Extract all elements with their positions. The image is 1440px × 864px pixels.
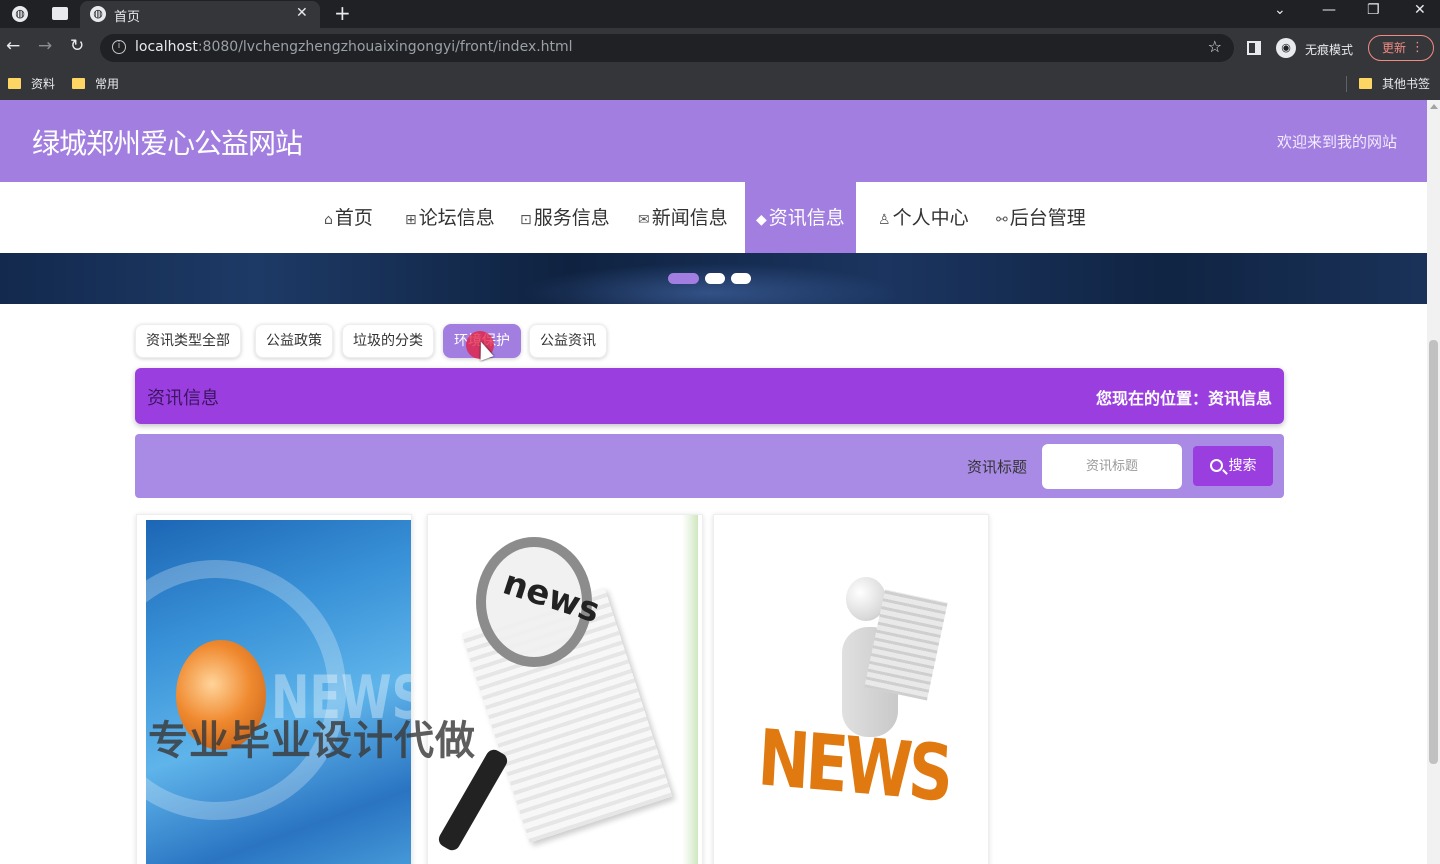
page-viewport: 绿城郑州爱心公益网站 欢迎来到我的网站 ⌂ 首页 ⊞ 论坛信息 ⊡ 服务信息 ✉ 新闻信… bbox=[0, 100, 1440, 864]
incognito-label: 无痕模式 bbox=[1305, 43, 1354, 57]
browser-tab[interactable]: ◍ 首页 ✕ bbox=[80, 1, 320, 28]
address-bar[interactable]: i localhost:8080/lvchengzhengzhouaixingo… bbox=[100, 34, 1234, 62]
restore-icon[interactable]: ❐ bbox=[1367, 2, 1380, 18]
nav-label: 后台管理 bbox=[1009, 207, 1086, 229]
back-icon[interactable]: ← bbox=[6, 36, 20, 56]
nav-label: 新闻信息 bbox=[651, 207, 728, 229]
window-icon[interactable] bbox=[52, 7, 68, 20]
folder-icon bbox=[1359, 78, 1372, 89]
carousel-dot[interactable] bbox=[668, 273, 699, 284]
site-info-icon[interactable]: i bbox=[112, 40, 126, 54]
incognito-icon[interactable]: ◉ bbox=[1276, 38, 1296, 58]
forward-icon[interactable]: → bbox=[38, 36, 52, 56]
filter-policy[interactable]: 公益政策 bbox=[255, 324, 333, 358]
search-bar: 资讯标题 搜索 bbox=[135, 434, 1284, 498]
page-scrollbar[interactable] bbox=[1427, 100, 1440, 864]
section-title: 资讯信息 bbox=[147, 388, 219, 409]
browser-toolbar: ← → ↻ i localhost:8080/lvchengzhengzhoua… bbox=[0, 28, 1440, 68]
main-nav: ⌂ 首页 ⊞ 论坛信息 ⊡ 服务信息 ✉ 新闻信息 ◆ 资讯信息 ♙ 个人中心 ⚯ 后台管理 bbox=[0, 182, 1427, 254]
update-label: 更新 bbox=[1382, 41, 1407, 55]
minimize-icon[interactable]: — bbox=[1322, 2, 1336, 18]
bookmark-label: 资料 bbox=[31, 77, 56, 91]
site-title: 绿城郑州爱心公益网站 bbox=[32, 127, 303, 160]
service-icon: ⊡ bbox=[520, 212, 532, 228]
search-label: 资讯标题 bbox=[967, 458, 1028, 476]
watermark-text: 专业毕业设计代做 bbox=[148, 718, 476, 764]
nav-label: 资讯信息 bbox=[768, 207, 845, 229]
welcome-text: 欢迎来到我的网站 bbox=[1276, 133, 1397, 151]
nav-label: 论坛信息 bbox=[418, 207, 495, 229]
bookmark-label: 其他书签 bbox=[1382, 77, 1431, 91]
tab-search-icon[interactable]: ⌄ bbox=[1274, 2, 1286, 18]
search-button-label: 搜索 bbox=[1228, 458, 1257, 474]
update-button[interactable]: 更新 ⋮ bbox=[1368, 35, 1434, 61]
image-edge bbox=[682, 515, 698, 864]
nav-item-news[interactable]: ✉ 新闻信息 bbox=[638, 182, 728, 254]
mail-icon: ✉ bbox=[638, 212, 650, 228]
bookmark-star-icon[interactable]: ☆ bbox=[1208, 37, 1222, 56]
breadcrumb: 您现在的位置：资讯信息 bbox=[1095, 389, 1272, 408]
tab-title: 首页 bbox=[114, 10, 141, 25]
layers-icon: ◆ bbox=[756, 212, 767, 228]
tab-close-icon[interactable]: ✕ bbox=[296, 5, 308, 21]
banner-carousel bbox=[0, 253, 1427, 304]
info-title-bar: 资讯信息 您现在的位置：资讯信息 bbox=[135, 368, 1284, 424]
side-panel-icon[interactable] bbox=[1247, 41, 1261, 55]
user-icon: ♙ bbox=[878, 212, 891, 228]
carousel-dot[interactable] bbox=[705, 273, 725, 284]
bookmarks-divider bbox=[1346, 76, 1347, 92]
news-reader-image: NEWS bbox=[714, 515, 988, 864]
globe-icon[interactable]: ◍ bbox=[12, 6, 28, 22]
news-card[interactable]: news bbox=[427, 514, 703, 864]
news-card[interactable]: NEWS bbox=[713, 514, 989, 864]
news-card[interactable]: NEWS bbox=[136, 514, 412, 864]
filter-charity-news[interactable]: 公益资讯 bbox=[529, 324, 607, 358]
search-input[interactable] bbox=[1042, 444, 1182, 489]
bookmark-label: 常用 bbox=[95, 77, 120, 91]
forum-icon: ⊞ bbox=[405, 212, 417, 228]
tab-favicon-icon: ◍ bbox=[90, 6, 106, 22]
filter-garbage[interactable]: 垃圾的分类 bbox=[342, 324, 434, 358]
filter-all[interactable]: 资讯类型全部 bbox=[135, 324, 241, 358]
news-magnifier-image: news bbox=[432, 515, 698, 864]
nav-item-home[interactable]: ⌂ 首页 bbox=[324, 182, 373, 254]
nav-label: 服务信息 bbox=[533, 207, 610, 229]
scroll-up-icon[interactable] bbox=[1430, 104, 1438, 109]
bookmark-folder[interactable]: 资料 bbox=[8, 75, 55, 92]
scrollbar-thumb[interactable] bbox=[1429, 340, 1438, 764]
nav-label: 个人中心 bbox=[892, 207, 969, 229]
home-icon: ⌂ bbox=[324, 212, 333, 228]
reload-icon[interactable]: ↻ bbox=[70, 36, 84, 56]
carousel-dot[interactable] bbox=[731, 273, 751, 284]
nav-item-profile[interactable]: ♙ 个人中心 bbox=[878, 182, 969, 254]
bookmark-folder[interactable]: 常用 bbox=[72, 75, 119, 92]
new-tab-button[interactable]: + bbox=[334, 1, 351, 25]
browser-tab-strip: ◍ ◍ 首页 ✕ + ⌄ — ❐ ✕ bbox=[0, 0, 1440, 28]
image-text: NEWS bbox=[755, 711, 952, 820]
nav-label: 首页 bbox=[334, 207, 373, 229]
more-menu-icon[interactable]: ⋮ bbox=[1411, 36, 1424, 60]
folder-icon bbox=[72, 78, 85, 89]
nav-item-forum[interactable]: ⊞ 论坛信息 bbox=[405, 182, 495, 254]
bookmarks-bar: 资料 常用 其他书签 bbox=[0, 68, 1440, 100]
nav-item-admin[interactable]: ⚯ 后台管理 bbox=[996, 182, 1086, 254]
site-header: 绿城郑州爱心公益网站 欢迎来到我的网站 bbox=[0, 100, 1427, 182]
news-globe-image: NEWS bbox=[146, 520, 411, 864]
nav-item-info[interactable]: ◆ 资讯信息 bbox=[745, 182, 856, 254]
url-text[interactable]: localhost:8080/lvchengzhengzhouaixingong… bbox=[135, 39, 573, 55]
folder-icon bbox=[8, 78, 21, 89]
search-icon bbox=[1209, 459, 1223, 472]
close-window-icon[interactable]: ✕ bbox=[1414, 2, 1426, 18]
link-icon: ⚯ bbox=[996, 212, 1008, 228]
nav-item-service[interactable]: ⊡ 服务信息 bbox=[520, 182, 610, 254]
other-bookmarks-folder[interactable]: 其他书签 bbox=[1359, 75, 1430, 92]
search-button[interactable]: 搜索 bbox=[1193, 446, 1273, 486]
